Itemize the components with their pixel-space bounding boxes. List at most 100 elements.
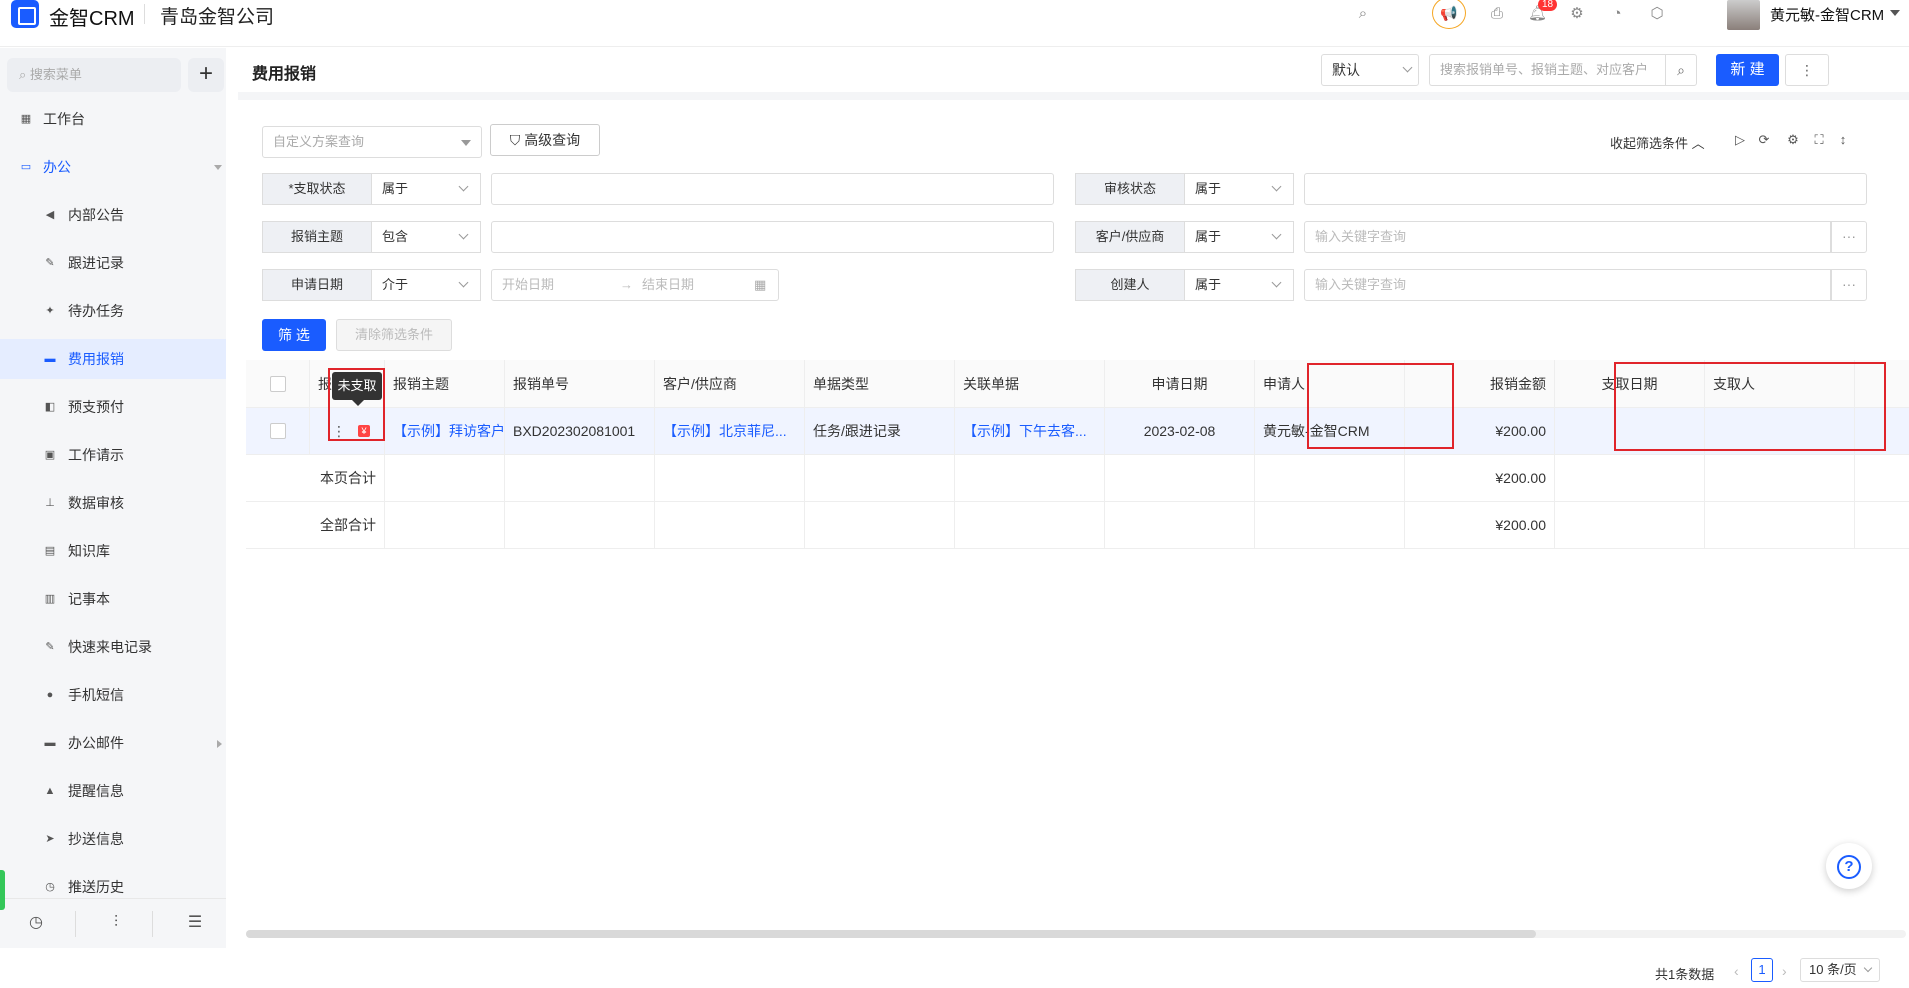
- filter-operator-select[interactable]: 属于: [1184, 221, 1294, 253]
- sidebar-item-expenses[interactable]: ▬ 费用报销: [0, 339, 226, 379]
- column-header[interactable]: 客户/供应商: [655, 360, 805, 407]
- pagination: 共1条数据 ‹ 1 › 10 条/页: [238, 958, 1909, 988]
- subject-link[interactable]: 【示例】拜访客户...: [385, 408, 505, 454]
- user-menu-chevron-icon[interactable]: [1890, 10, 1900, 16]
- sidebar-item-tasks[interactable]: ✦ 待办任务: [0, 291, 226, 331]
- filter-button[interactable]: 筛 选: [262, 319, 326, 351]
- card-icon: ▬: [44, 353, 56, 365]
- column-header[interactable]: 单据类型: [805, 360, 955, 407]
- column-header[interactable]: 申请日期: [1105, 360, 1255, 407]
- sliders-icon[interactable]: ⫶: [106, 913, 126, 933]
- filter-value-input[interactable]: [491, 173, 1054, 205]
- customer-link[interactable]: 【示例】北京菲尼...: [655, 408, 805, 454]
- next-page-icon[interactable]: ›: [1782, 963, 1787, 979]
- page-size-select[interactable]: 10 条/页: [1800, 958, 1880, 982]
- more-icon[interactable]: ⋮: [1785, 54, 1829, 86]
- sidebar-group-office[interactable]: ▭ 办公: [0, 147, 226, 187]
- date-range-input[interactable]: 开始日期 → 结束日期 ▦: [491, 269, 779, 301]
- highlight-box: [1614, 362, 1886, 451]
- pie-chart-icon[interactable]: ◔: [1608, 5, 1626, 23]
- search-icon[interactable]: ⌕: [1354, 5, 1372, 23]
- filter-operator-select[interactable]: 属于: [1184, 173, 1294, 205]
- announcement-icon[interactable]: 📢: [1432, 0, 1466, 29]
- sidebar-item-knowledge[interactable]: ▤ 知识库: [0, 531, 226, 571]
- column-header[interactable]: 报销主题: [385, 360, 505, 407]
- view-select[interactable]: 默认: [1321, 54, 1419, 86]
- sidebar-item-requests[interactable]: ▣ 工作请示: [0, 435, 226, 475]
- expand-vertical-icon[interactable]: ↕: [1836, 133, 1850, 147]
- user-name[interactable]: 黄元敏-金智CRM: [1770, 4, 1884, 25]
- history-icon[interactable]: ◷: [26, 913, 46, 933]
- clear-filter-button[interactable]: 清除筛选条件: [336, 319, 452, 351]
- filter-value-input[interactable]: [1304, 173, 1867, 205]
- collapse-filters-link[interactable]: 收起筛选条件 ︿: [1610, 133, 1705, 152]
- inbox-icon[interactable]: ⎙: [1488, 5, 1506, 23]
- scrollbar-thumb[interactable]: [246, 930, 1536, 938]
- filter-label: 报销主题: [262, 221, 372, 253]
- related-bill-link[interactable]: 【示例】下午去客...: [955, 408, 1105, 454]
- chevron-down-icon: [1271, 229, 1282, 240]
- page-title: 费用报销: [252, 66, 317, 83]
- column-header[interactable]: 报销单号: [505, 360, 655, 407]
- select-all-checkbox[interactable]: [269, 375, 286, 392]
- filter-value-input[interactable]: 输入关键字查询: [1304, 221, 1831, 253]
- sidebar-item-cc[interactable]: ➤ 抄送信息: [0, 819, 226, 859]
- main-content: 费用报销 默认 搜索报销单号、报销主题、对应客户 ⌕ 新 建 ⋮ 自定义方案查询…: [238, 48, 1909, 982]
- filter-operator-select[interactable]: 属于: [1184, 269, 1294, 301]
- filter-operator-select[interactable]: 包含: [371, 221, 481, 253]
- fullscreen-icon[interactable]: ⛶: [1812, 133, 1826, 147]
- chevron-down-icon: [458, 229, 469, 240]
- sidebar-item-mail[interactable]: ▬ 办公邮件: [0, 723, 226, 763]
- cube-icon[interactable]: ⬡: [1648, 5, 1666, 23]
- add-menu-button[interactable]: +: [188, 58, 224, 92]
- apply-date: 2023-02-08: [1105, 408, 1255, 454]
- page-total-row: 本页合计 ¥200.00: [246, 455, 1909, 502]
- bell-icon: ▲: [44, 785, 56, 797]
- sidebar-item-push-history[interactable]: ◷ 推送历史: [0, 867, 226, 898]
- filter-operator-select[interactable]: 介于: [371, 269, 481, 301]
- page-total-amount: ¥200.00: [1405, 455, 1555, 501]
- row-checkbox[interactable]: [269, 423, 286, 439]
- refresh-icon[interactable]: ⟳: [1757, 133, 1771, 147]
- sidebar-item-sms[interactable]: ● 手机短信: [0, 675, 226, 715]
- menu-search-input[interactable]: ⌕ 搜索菜单: [7, 58, 181, 92]
- sidebar-item-notebook[interactable]: ▥ 记事本: [0, 579, 226, 619]
- filter-value-input[interactable]: 输入关键字查询: [1304, 269, 1831, 301]
- new-button[interactable]: 新 建: [1716, 54, 1779, 86]
- search-input[interactable]: 搜索报销单号、报销主题、对应客户: [1429, 54, 1665, 86]
- dashboard-icon: ▦: [20, 113, 32, 125]
- sidebar-item-call-records[interactable]: ✎ 快速来电记录: [0, 627, 226, 667]
- more-options-icon[interactable]: ···: [1831, 269, 1867, 301]
- horizontal-scrollbar[interactable]: [246, 930, 1906, 938]
- company-name[interactable]: 青岛金智公司: [160, 2, 274, 29]
- avatar[interactable]: [1727, 0, 1760, 30]
- settings-icon[interactable]: ⚙: [1786, 133, 1800, 147]
- app-name: 金智CRM: [49, 8, 135, 30]
- sidebar-item-reminders[interactable]: ▲ 提醒信息: [0, 771, 226, 811]
- edit-icon: ✎: [45, 257, 55, 269]
- sidebar-item-followups[interactable]: ✎ 跟进记录: [0, 243, 226, 283]
- collapse-menu-icon[interactable]: ☰: [185, 913, 205, 933]
- advanced-search-button[interactable]: ⛉ 高级查询: [490, 124, 600, 156]
- chevron-down-icon: [458, 181, 469, 192]
- edit-icon: ✎: [45, 641, 55, 653]
- search-button[interactable]: ⌕: [1665, 54, 1697, 86]
- sidebar-item-advances[interactable]: ◧ 预支预付: [0, 387, 226, 427]
- sidebar-item-announcements[interactable]: ◀ 内部公告: [0, 195, 226, 235]
- more-options-icon[interactable]: ···: [1831, 221, 1867, 253]
- filter-label: 创建人: [1075, 269, 1185, 301]
- chevron-right-icon: [217, 740, 222, 748]
- sidebar-item-data-review[interactable]: ⊥ 数据审核: [0, 483, 226, 523]
- side-tab[interactable]: [0, 870, 5, 910]
- scheme-select[interactable]: 自定义方案查询: [262, 126, 482, 158]
- prev-page-icon[interactable]: ‹: [1734, 963, 1739, 979]
- column-header[interactable]: 关联单据: [955, 360, 1105, 407]
- page-number[interactable]: 1: [1751, 958, 1773, 982]
- filter-operator-select[interactable]: 属于: [371, 173, 481, 205]
- gear-icon[interactable]: ⚙: [1568, 5, 1586, 23]
- help-button[interactable]: ?: [1826, 843, 1872, 889]
- play-icon[interactable]: ▷: [1733, 133, 1747, 147]
- sidebar-item-workbench[interactable]: ▦ 工作台: [0, 99, 226, 139]
- divider: [238, 92, 1909, 100]
- filter-value-input[interactable]: [491, 221, 1054, 253]
